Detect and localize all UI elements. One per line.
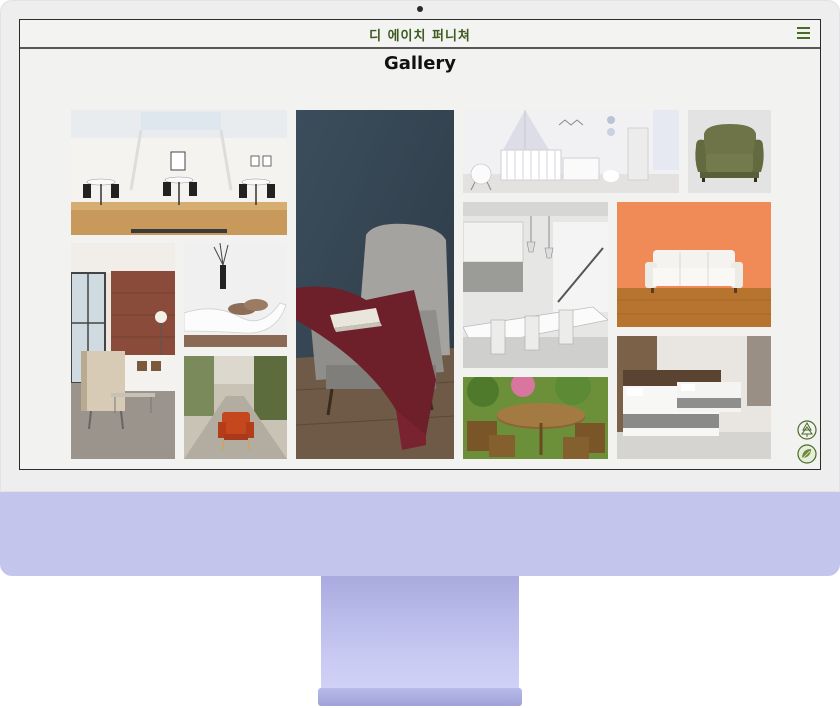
gallery-photo-nursery-room[interactable]: [463, 110, 679, 193]
gallery-photo-living-room[interactable]: [71, 243, 175, 459]
site-header: 디 에이치 퍼니쳐: [20, 20, 820, 49]
leaf-badge-icon[interactable]: [797, 444, 817, 464]
gallery-photo-garden-furniture[interactable]: [463, 377, 608, 459]
gallery-photo-green-armchair[interactable]: [688, 110, 771, 193]
monitor-stand: [321, 576, 519, 688]
monitor-chin: [0, 492, 840, 576]
hamburger-menu-icon[interactable]: [797, 27, 810, 40]
page-title: Gallery: [383, 53, 457, 74]
tree-logo-icon[interactable]: [797, 420, 817, 440]
gallery-photo-hotel-bedroom[interactable]: [617, 336, 771, 459]
site-logo[interactable]: 디 에이치 퍼니쳐: [20, 25, 820, 44]
camera-dot: [417, 6, 423, 12]
gallery-photo-white-sofa[interactable]: [617, 202, 771, 327]
gallery-photo-cafe-interior[interactable]: [71, 110, 287, 235]
gallery-photo-grey-wingback-chair[interactable]: [296, 110, 454, 459]
gallery-photo-modern-kitchen[interactable]: [463, 202, 608, 368]
gallery-photo-white-lounge-chair[interactable]: [184, 243, 287, 347]
website-screen: 디 에이치 퍼니쳐 Gallery: [19, 19, 821, 470]
monitor-stand-foot: [318, 688, 522, 706]
gallery-photo-orange-chair-street[interactable]: [184, 356, 287, 459]
